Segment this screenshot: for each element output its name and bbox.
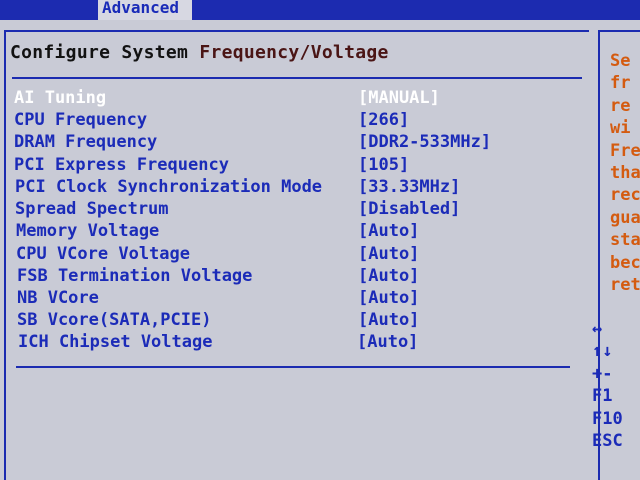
- setting-label: CPU VCore Voltage: [16, 244, 190, 264]
- setting-value[interactable]: [Auto]: [358, 243, 419, 265]
- tab-advanced[interactable]: Advanced: [98, 0, 192, 20]
- help-line: rec: [610, 185, 640, 206]
- setting-value[interactable]: [MANUAL]: [358, 87, 440, 109]
- esc-key: ESC: [592, 430, 623, 451]
- top-menu-bar: Advanced: [0, 0, 640, 20]
- setting-label: Spread Spectrum: [15, 199, 169, 219]
- help-line: Fre: [610, 140, 640, 161]
- key-legend: ↔ ↑↓ +- F1 F10 ESC: [592, 318, 640, 452]
- up-down-arrows-icon: ↑↓: [592, 341, 613, 362]
- setting-value[interactable]: [33.33MHz]: [358, 176, 460, 198]
- setting-value[interactable]: [105]: [358, 154, 409, 176]
- section-title: Configure System Frequency/Voltage: [10, 42, 389, 63]
- f1-key: F1: [592, 386, 613, 407]
- setting-value[interactable]: [266]: [358, 109, 409, 131]
- section-divider-top: [12, 77, 582, 79]
- setting-label: FSB Termination Voltage: [17, 266, 253, 286]
- setting-value[interactable]: [Auto]: [358, 287, 419, 309]
- setting-label: PCI Express Frequency: [14, 155, 229, 175]
- help-line: tha: [610, 162, 640, 183]
- setting-label: AI Tuning: [14, 88, 107, 108]
- setting-label: NB VCore: [17, 288, 99, 308]
- setting-label: SB Vcore(SATA,PCIE): [17, 310, 212, 330]
- setting-label: PCI Clock Synchronization Mode: [15, 177, 323, 197]
- left-right-arrows-icon: ↔: [592, 319, 603, 339]
- section-divider-bottom: [16, 366, 570, 368]
- setting-label: ICH Chipset Voltage: [18, 332, 213, 352]
- setting-label: CPU Frequency: [14, 110, 148, 130]
- help-line: Se: [610, 51, 631, 71]
- setting-value[interactable]: [Auto]: [358, 265, 419, 287]
- help-line: bec: [610, 252, 640, 273]
- help-line: wi: [610, 118, 631, 139]
- f10-key: F10: [592, 408, 623, 429]
- plus-minus-key: +-: [592, 363, 613, 384]
- setting-label: DRAM Frequency: [14, 132, 158, 152]
- section-title-part2: Frequency/Voltage: [199, 42, 389, 63]
- setting-value[interactable]: [Disabled]: [358, 198, 460, 220]
- setting-value[interactable]: [Auto]: [358, 309, 419, 331]
- help-line: re: [610, 95, 631, 116]
- setting-value[interactable]: [Auto]: [357, 331, 418, 353]
- help-line: gua: [610, 207, 640, 228]
- help-text: Se fr re wi Fre tha rec gua sta bec ret: [610, 50, 640, 296]
- help-line: ret: [610, 274, 640, 295]
- setting-value[interactable]: [DDR2-533MHz]: [358, 131, 491, 153]
- help-line: fr: [610, 73, 631, 94]
- help-line: sta: [610, 230, 640, 251]
- setting-value[interactable]: [Auto]: [358, 220, 419, 242]
- setting-label: Memory Voltage: [16, 221, 160, 241]
- section-title-part1: Configure System: [10, 42, 200, 63]
